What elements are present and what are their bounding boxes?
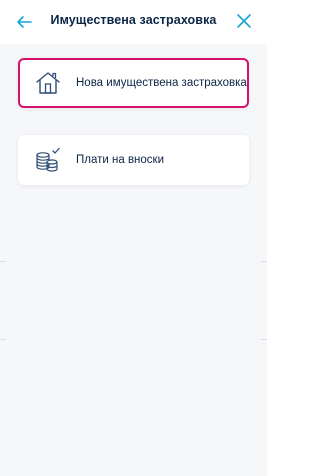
- house-icon: [34, 69, 62, 97]
- close-icon: [237, 14, 251, 28]
- options-area: Нова имуществена застраховка Плати на вн…: [0, 44, 267, 476]
- close-button[interactable]: [235, 12, 253, 30]
- scroll-edge-mark: [261, 261, 267, 262]
- header-bar: Имуществена застраховка: [0, 0, 267, 44]
- scroll-edge-mark: [0, 261, 6, 262]
- pay-in-installments-option[interactable]: Плати на вноски: [18, 135, 249, 185]
- scroll-edge-mark: [261, 339, 267, 340]
- coins-check-icon: [34, 146, 62, 174]
- option-label: Плати на вноски: [76, 154, 165, 166]
- new-property-insurance-option[interactable]: Нова имуществена застраховка: [18, 58, 249, 108]
- page-title: Имуществена застраховка: [50, 13, 217, 27]
- option-label: Нова имуществена застраховка: [76, 77, 247, 89]
- scroll-edge-mark: [0, 339, 6, 340]
